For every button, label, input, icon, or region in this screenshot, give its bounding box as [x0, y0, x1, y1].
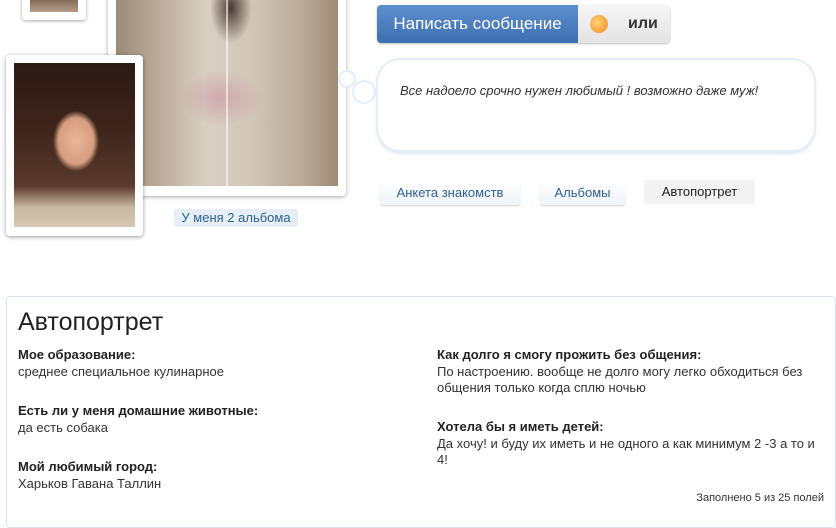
cloud-bubble-medium [354, 82, 374, 102]
status-cloud [378, 60, 814, 150]
tab-self-portrait[interactable]: Автопортрет [644, 180, 755, 204]
field-label-city: Мой любимый город: [18, 459, 158, 474]
write-message-button[interactable]: Написать сообщение [377, 5, 578, 43]
photo-thumb-image [30, 0, 78, 12]
field-value-children: Да хочу! и буду их иметь и не одного а к… [437, 436, 815, 467]
or-label: или [628, 15, 658, 32]
gift-icon [590, 15, 608, 33]
main-photo[interactable] [108, 0, 346, 196]
field-value-communication: По настроению. вообще не долго могу легк… [437, 364, 803, 395]
fields-filled-counter: Заполнено 5 из 25 полей [696, 492, 824, 504]
field-value-education: среднее специальное кулинарное [18, 364, 225, 379]
gift-or-button[interactable]: или [578, 5, 670, 43]
avatar-photo-image [14, 63, 135, 227]
albums-link[interactable]: У меня 2 альбома [174, 209, 298, 227]
photo-detail [226, 0, 228, 186]
tab-albums[interactable]: Альбомы [539, 181, 626, 205]
cloud-bubble-small [340, 72, 354, 86]
photo-thumb-top[interactable] [22, 0, 86, 20]
field-label-education: Мое образование: [18, 347, 136, 362]
status-text: Все надоело срочно нужен любимый ! возмо… [400, 83, 759, 98]
tab-dating-profile[interactable]: Анкета знакомств [379, 181, 521, 205]
field-label-pets: Есть ли у меня домашние животные: [18, 403, 259, 418]
field-value-city: Харьков Гавана Таллин [18, 476, 162, 491]
field-label-children: Хотела бы я иметь детей: [437, 419, 604, 434]
field-label-communication: Как долго я смогу прожить без общения: [437, 347, 702, 362]
avatar-photo[interactable] [6, 55, 143, 236]
panel-title: Автопортрет [18, 308, 164, 336]
field-value-pets: да есть собака [18, 420, 108, 435]
message-actions: Написать сообщение или [377, 5, 670, 43]
